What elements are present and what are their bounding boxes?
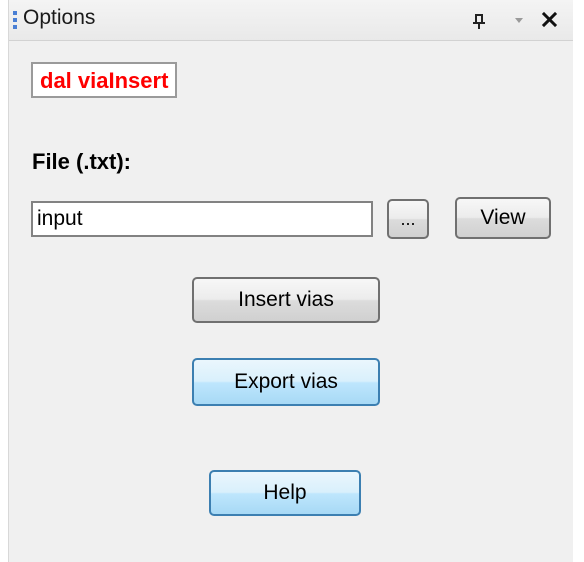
file-path-input[interactable] bbox=[31, 201, 373, 237]
browse-button[interactable]: ... bbox=[387, 199, 429, 239]
help-button[interactable]: Help bbox=[209, 470, 361, 516]
pin-icon[interactable] bbox=[470, 8, 488, 32]
grip-icon[interactable] bbox=[13, 11, 17, 29]
options-panel: Options dal viaInsert File (.txt): ... V… bbox=[8, 0, 573, 562]
plugin-name-label: dal viaInsert bbox=[31, 62, 178, 98]
insert-vias-button[interactable]: Insert vias bbox=[192, 277, 380, 323]
dropdown-arrow-icon[interactable] bbox=[512, 10, 526, 30]
panel-titlebar[interactable]: Options bbox=[9, 0, 573, 41]
panel-title: Options bbox=[23, 6, 96, 29]
file-label: File (.txt): bbox=[32, 149, 131, 174]
view-button[interactable]: View bbox=[455, 197, 551, 239]
export-vias-button[interactable]: Export vias bbox=[192, 358, 380, 406]
close-icon[interactable] bbox=[539, 7, 561, 31]
